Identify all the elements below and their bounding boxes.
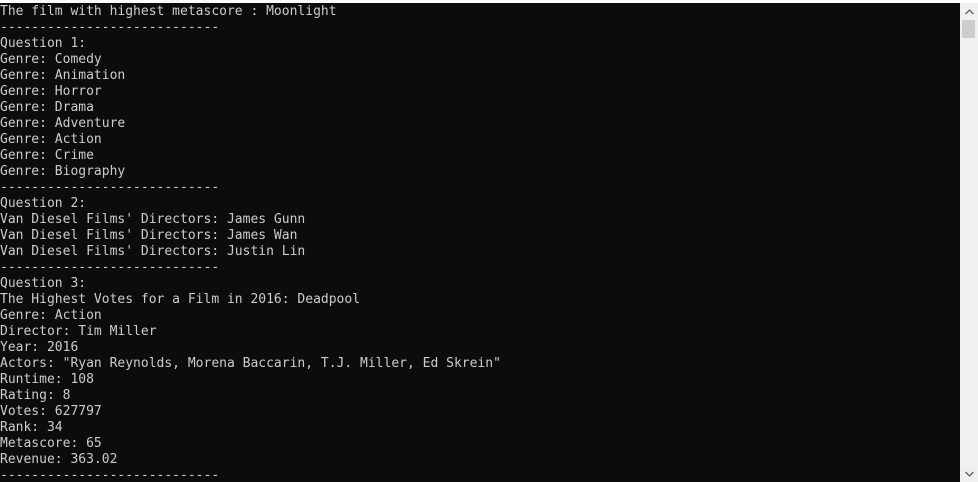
console-line: Genre: Action — [0, 132, 102, 147]
console-line: Votes: 627797 — [0, 404, 102, 419]
console-line: Question 3: — [0, 276, 87, 291]
console-line: Van Diesel Films' Directors: James Wan — [0, 228, 298, 243]
separator-line: ---------------------------- — [0, 260, 220, 275]
scroll-up-button[interactable] — [960, 3, 978, 20]
separator-line: ---------------------------- — [0, 180, 220, 195]
console-text: The film with highest metascore : Moonli… — [0, 4, 960, 482]
scrollbar-thumb[interactable] — [962, 20, 975, 38]
console-line: Director: Tim Miller — [0, 324, 157, 339]
console-line: Genre: Drama — [0, 100, 94, 115]
console-line: The film with highest metascore : Moonli… — [0, 4, 337, 19]
console-line: Year: 2016 — [0, 340, 79, 355]
console-line: The Highest Votes for a Film in 2016: De… — [0, 292, 361, 307]
console-line: Genre: Horror — [0, 84, 102, 99]
console-line: Van Diesel Films' Directors: Justin Lin — [0, 244, 306, 259]
scroll-down-button[interactable] — [960, 465, 978, 482]
console-line: Metascore: 65 — [0, 436, 102, 451]
console-window: The film with highest metascore : Moonli… — [0, 0, 978, 482]
console-line: Genre: Comedy — [0, 52, 102, 67]
vertical-scrollbar[interactable] — [960, 3, 978, 482]
console-line: Genre: Adventure — [0, 116, 126, 131]
console-line: Revenue: 363.02 — [0, 452, 118, 467]
console-line: Rating: 8 — [0, 388, 71, 403]
console-line: Genre: Crime — [0, 148, 94, 163]
separator-line: ---------------------------- — [0, 20, 220, 35]
separator-line: ---------------------------- — [0, 468, 220, 482]
console-line: Rank: 34 — [0, 420, 63, 435]
console-line: Runtime: 108 — [0, 372, 94, 387]
console-output-area[interactable]: The film with highest metascore : Moonli… — [0, 3, 960, 482]
console-line: Question 1: — [0, 36, 87, 51]
console-line: Question 2: — [0, 196, 87, 211]
console-line: Genre: Biography — [0, 164, 126, 179]
console-line: Van Diesel Films' Directors: James Gunn — [0, 212, 306, 227]
console-line: Genre: Animation — [0, 68, 126, 83]
scroll-down-arrow-icon — [964, 471, 974, 477]
scroll-up-arrow-icon — [964, 8, 974, 14]
console-line: Genre: Action — [0, 308, 102, 323]
console-line: Actors: "Ryan Reynolds, Morena Baccarin,… — [0, 356, 501, 371]
